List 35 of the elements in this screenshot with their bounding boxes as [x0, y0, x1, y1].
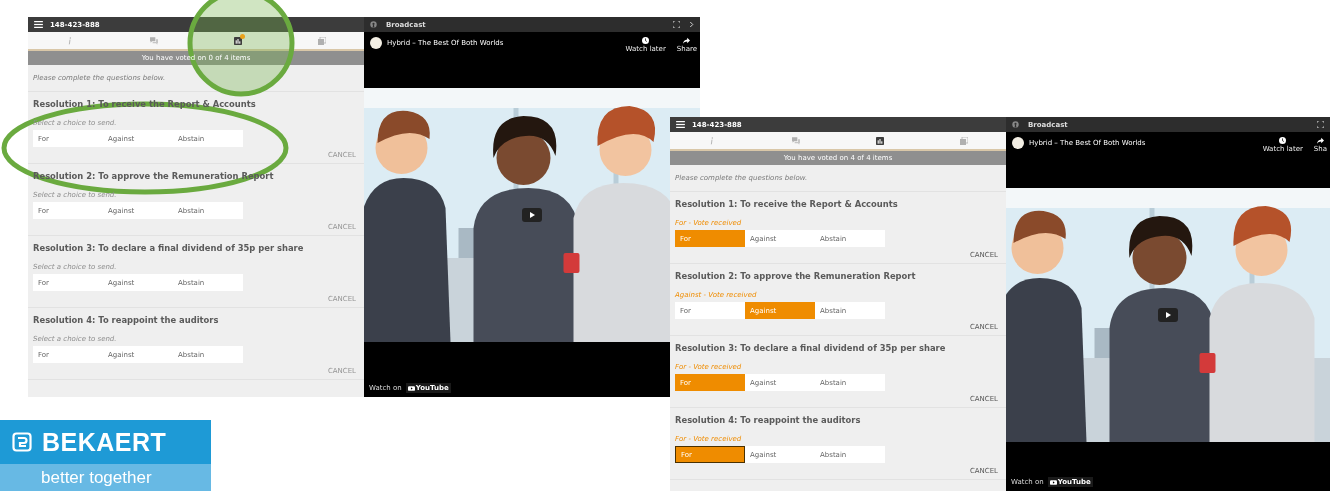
resolution-title: Resolution 1: To receive the Report & Accounts	[675, 198, 899, 210]
menu-icon[interactable]	[34, 21, 43, 28]
play-icon	[527, 210, 537, 220]
play-icon	[1163, 310, 1173, 320]
play-button[interactable]	[1158, 308, 1178, 322]
documents-icon	[960, 136, 968, 145]
menu-icon[interactable]	[676, 121, 685, 128]
channel-avatar	[370, 37, 382, 49]
brand-name: BEKAERT	[42, 427, 167, 457]
share-icon	[683, 37, 691, 44]
broadcast-icon	[370, 21, 377, 28]
broadcast-icon	[1012, 121, 1019, 128]
chat-icon	[150, 36, 158, 45]
chevron-right-icon[interactable]	[689, 21, 694, 28]
clock-icon	[1279, 137, 1287, 144]
resolution-title: Resolution 4: To reappoint the auditors	[33, 314, 220, 326]
channel-avatar	[1012, 137, 1024, 149]
info-icon	[708, 136, 716, 145]
notification-dot	[240, 34, 245, 39]
resolution-title: Resolution 4: To reappoint the auditors	[675, 414, 862, 426]
fullscreen-icon[interactable]	[1317, 121, 1324, 128]
resolution-title: Resolution 3: To declare a final dividend of 35p per share	[675, 342, 947, 354]
bar-chart-icon	[876, 136, 884, 145]
resolution-title: Resolution 3: To declare a final dividend of 35p per share	[33, 242, 305, 254]
fullscreen-icon[interactable]	[673, 21, 680, 28]
chat-icon	[792, 136, 800, 145]
resolution-title: Resolution 2: To approve the Remuneration Report	[675, 270, 917, 282]
clock-icon	[642, 37, 650, 44]
logo-icon	[12, 432, 32, 452]
documents-icon	[318, 36, 326, 45]
tagline: better together	[41, 467, 152, 488]
info-icon	[66, 36, 74, 45]
bar-chart-icon	[234, 36, 242, 45]
play-button[interactable]	[522, 208, 542, 222]
share-icon	[1316, 137, 1324, 144]
